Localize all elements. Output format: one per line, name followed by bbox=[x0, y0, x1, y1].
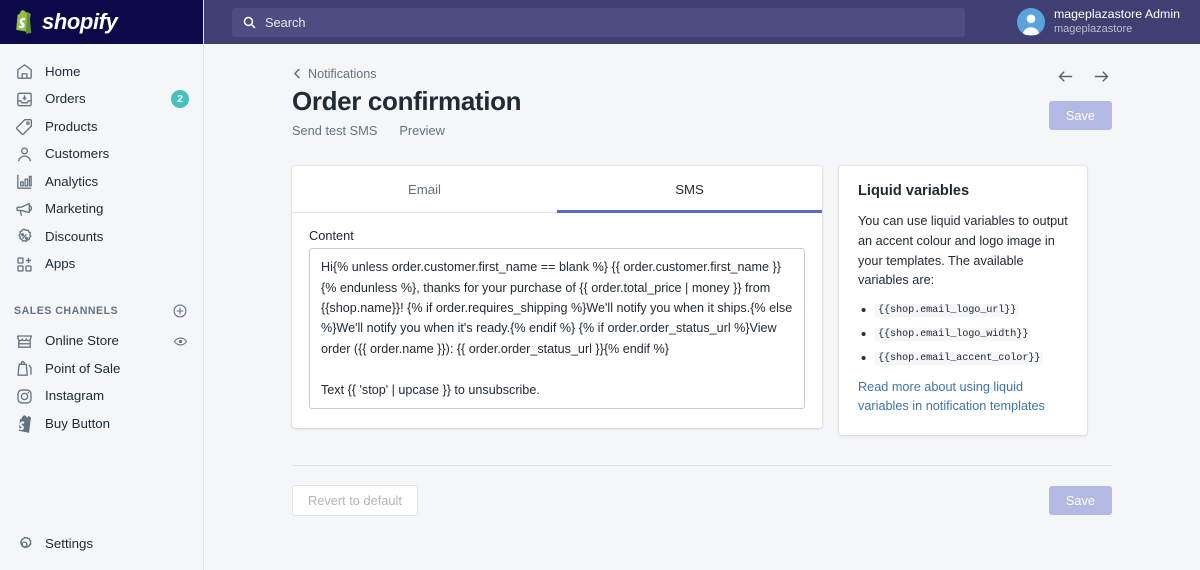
sidebar-item-label: Analytics bbox=[45, 173, 99, 189]
sidebar-item-orders[interactable]: Orders 2 bbox=[0, 86, 203, 113]
sidebar-item-label: Instagram bbox=[45, 388, 105, 404]
breadcrumb[interactable]: Notifications bbox=[292, 67, 377, 81]
sidebar-item-label: Point of Sale bbox=[45, 360, 121, 376]
point-of-sale-icon bbox=[14, 359, 34, 379]
save-button-footer[interactable]: Save bbox=[1048, 486, 1112, 516]
search-placeholder: Search bbox=[265, 14, 306, 30]
brand-header[interactable]: shopify bbox=[0, 0, 203, 44]
eye-icon[interactable] bbox=[171, 332, 189, 350]
preview-link[interactable]: Preview bbox=[399, 123, 445, 138]
user-store-name: mageplazastore bbox=[1053, 22, 1133, 35]
sidebar: shopify Home Orders 2 Products Customers… bbox=[0, 0, 204, 570]
tab-sms[interactable]: SMS bbox=[557, 166, 822, 214]
save-button-header[interactable]: Save bbox=[1048, 101, 1112, 130]
channel-tabs: Email SMS bbox=[292, 166, 822, 214]
search-icon bbox=[242, 15, 257, 30]
sidebar-item-home[interactable]: Home bbox=[0, 58, 203, 85]
sidebar-item-label: Apps bbox=[45, 256, 76, 272]
marketing-megaphone-icon bbox=[14, 199, 34, 219]
sidebar-item-label: Marketing bbox=[45, 201, 104, 217]
revert-to-default-button[interactable]: Revert to default bbox=[292, 485, 418, 517]
sidebar-nav: Home Orders 2 Products Customers Analyti… bbox=[0, 44, 203, 531]
page-footer: Revert to default Save bbox=[292, 466, 1112, 517]
sidebar-item-label: Buy Button bbox=[45, 415, 111, 431]
apps-grid-plus-icon bbox=[14, 254, 34, 274]
sales-channels-title: SALES CHANNELS bbox=[14, 304, 119, 317]
sidebar-item-analytics[interactable]: Analytics bbox=[0, 168, 203, 195]
sidebar-item-settings[interactable]: Settings bbox=[0, 531, 203, 558]
notification-template-card: Email SMS Content Hi{% unless order.cust… bbox=[292, 166, 822, 428]
user-menu[interactable]: mageplazastore Admin mageplazastore bbox=[1011, 0, 1186, 44]
list-item: {{shop.email_accent_color}} bbox=[861, 350, 1068, 367]
products-tag-icon bbox=[14, 117, 34, 137]
sidebar-item-apps[interactable]: Apps bbox=[0, 251, 203, 278]
topbar: Search mageplazastore Admin mageplazasto… bbox=[204, 0, 1200, 44]
list-item: {{shop.email_logo_url}} bbox=[861, 302, 1068, 319]
arrow-right-icon[interactable] bbox=[1091, 66, 1111, 86]
home-icon bbox=[14, 62, 34, 82]
brand-name: shopify bbox=[42, 9, 118, 34]
customers-person-icon bbox=[14, 144, 34, 164]
sidebar-item-label: Online Store bbox=[45, 333, 119, 349]
page-container: Notifications Order confirmation Send te… bbox=[292, 44, 1112, 517]
orders-badge: 2 bbox=[171, 90, 189, 108]
header-actions: Save bbox=[1048, 66, 1112, 130]
tab-email-label: Email bbox=[408, 181, 441, 197]
sidebar-item-label: Settings bbox=[45, 536, 94, 552]
sidebar-item-marketing[interactable]: Marketing bbox=[0, 196, 203, 223]
content-textarea[interactable]: Hi{% unless order.customer.first_name ==… bbox=[309, 248, 805, 409]
send-test-sms-link[interactable]: Send test SMS bbox=[292, 123, 377, 138]
sales-channels-section-header: SALES CHANNELS bbox=[0, 298, 203, 324]
liquid-variable-code: {{shop.email_accent_color}} bbox=[875, 351, 1044, 365]
analytics-bars-icon bbox=[14, 172, 34, 192]
user-name: mageplazastore Admin bbox=[1053, 7, 1180, 22]
sidebar-item-buy-button[interactable]: Buy Button bbox=[0, 410, 203, 437]
liquid-variables-card: Liquid variables You can use liquid vari… bbox=[839, 166, 1087, 436]
pagination-arrows bbox=[1055, 66, 1111, 86]
search-input[interactable]: Search bbox=[232, 7, 965, 37]
sidebar-item-label: Home bbox=[45, 63, 81, 79]
gear-icon bbox=[14, 534, 34, 554]
online-store-icon bbox=[14, 331, 34, 351]
user-meta: mageplazastore Admin mageplazastore bbox=[1054, 7, 1180, 36]
liquid-variable-code: {{shop.email_logo_url}} bbox=[875, 303, 1020, 317]
sidebar-item-label: Discounts bbox=[45, 228, 104, 244]
plus-circle-icon[interactable] bbox=[171, 302, 189, 320]
breadcrumb-label: Notifications bbox=[308, 66, 377, 81]
sidebar-item-discounts[interactable]: Discounts bbox=[0, 223, 203, 250]
shopify-bag-icon bbox=[14, 10, 36, 34]
sidebar-item-label: Customers bbox=[45, 146, 110, 162]
tab-email[interactable]: Email bbox=[292, 166, 557, 212]
card-body: Content Hi{% unless order.customer.first… bbox=[292, 213, 822, 428]
sidebar-item-products[interactable]: Products bbox=[0, 113, 203, 140]
page-sublinks: Send test SMS Preview bbox=[292, 123, 1112, 138]
content-row: Email SMS Content Hi{% unless order.cust… bbox=[292, 166, 1112, 436]
content-field-label: Content bbox=[309, 228, 354, 244]
main-content: Notifications Order confirmation Send te… bbox=[204, 44, 1200, 570]
discounts-percent-icon bbox=[14, 227, 34, 247]
liquid-variables-list: {{shop.email_logo_url}} {{shop.email_log… bbox=[861, 302, 1068, 367]
sidebar-item-instagram[interactable]: Instagram bbox=[0, 383, 203, 410]
arrow-left-icon[interactable] bbox=[1055, 66, 1075, 86]
buy-button-icon bbox=[14, 414, 34, 434]
sidebar-item-label: Orders bbox=[45, 91, 86, 107]
sidebar-item-label: Products bbox=[45, 118, 98, 134]
user-avatar-icon bbox=[1016, 8, 1045, 36]
liquid-variables-description: You can use liquid variables to output a… bbox=[858, 214, 1068, 288]
liquid-variables-title: Liquid variables bbox=[858, 183, 970, 200]
sidebar-item-online-store[interactable]: Online Store bbox=[0, 328, 203, 355]
instagram-icon bbox=[14, 386, 34, 406]
orders-inbox-icon bbox=[14, 89, 34, 109]
sidebar-item-customers[interactable]: Customers bbox=[0, 141, 203, 168]
liquid-variable-code: {{shop.email_logo_width}} bbox=[875, 327, 1032, 341]
sidebar-footer: Settings bbox=[0, 531, 203, 570]
tab-sms-label: SMS bbox=[675, 181, 704, 197]
chevron-left-icon bbox=[292, 68, 303, 79]
liquid-variables-doc-link[interactable]: Read more about using liquid variables i… bbox=[858, 378, 1068, 416]
list-item: {{shop.email_logo_width}} bbox=[861, 326, 1068, 343]
page-title: Order confirmation bbox=[292, 85, 522, 116]
sidebar-item-point-of-sale[interactable]: Point of Sale bbox=[0, 355, 203, 382]
shopify-admin-app: shopify Home Orders 2 Products Customers… bbox=[0, 0, 1200, 570]
